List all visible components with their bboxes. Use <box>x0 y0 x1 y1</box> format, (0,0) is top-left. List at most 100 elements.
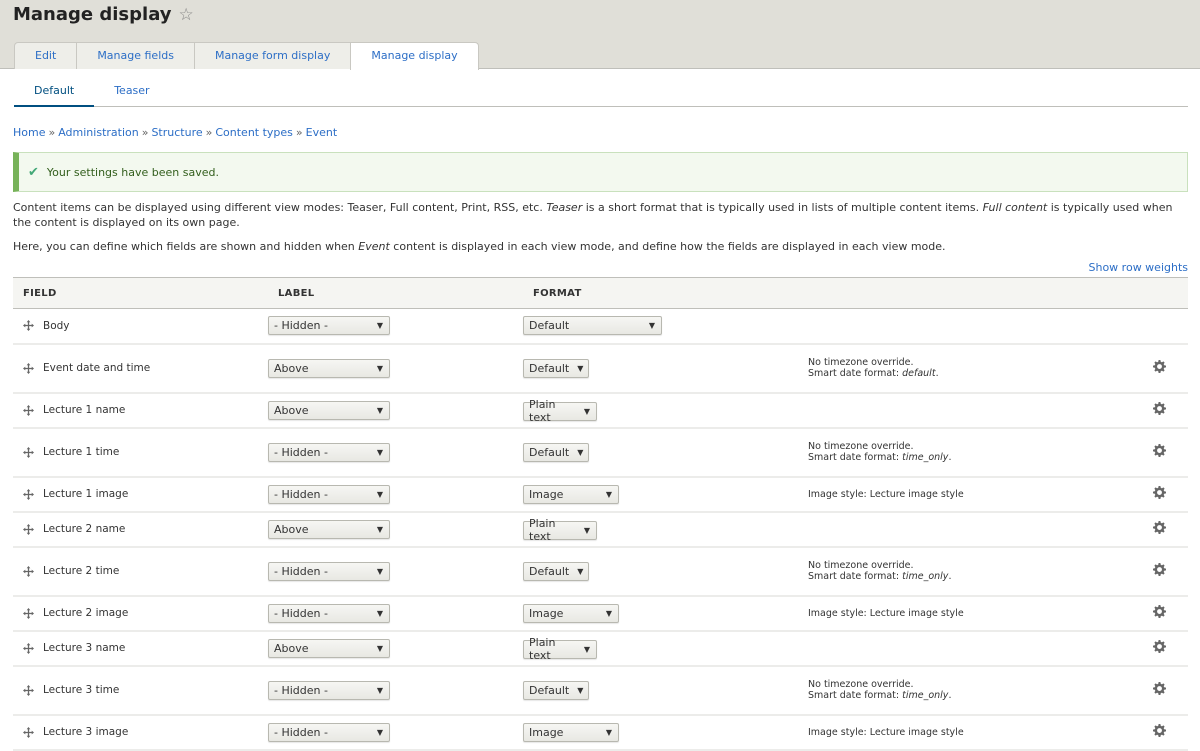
label-select[interactable]: - Hidden - ▼ <box>268 722 390 742</box>
field-name: Body <box>43 319 70 332</box>
breadcrumb-home[interactable]: Home <box>13 126 45 139</box>
primary-tabs: Edit Manage fields Manage form display M… <box>14 42 479 70</box>
chevron-down-icon: ▼ <box>376 727 383 737</box>
star-outline-icon[interactable]: ☆ <box>179 5 194 25</box>
chevron-down-icon: ▼ <box>376 566 383 576</box>
drag-handle-icon[interactable] <box>23 565 34 577</box>
summary-prefix: Smart date format: <box>808 452 903 463</box>
label-select[interactable]: - Hidden - ▼ <box>268 316 390 336</box>
formatter-summary: No timezone override. Smart date format: … <box>808 441 1138 463</box>
format-cell: Image ▼ <box>523 714 808 751</box>
format-select[interactable]: Default ▼ <box>523 358 589 378</box>
table-row: Lecture 3 image - Hidden - ▼ Image ▼ Image st… <box>13 714 1188 751</box>
breadcrumb-administration[interactable]: Administration <box>58 126 139 139</box>
formatter-summary: No timezone override. Smart date format: … <box>808 357 1138 379</box>
gear-icon[interactable] <box>1152 724 1166 737</box>
label-select-value: Above <box>274 522 309 536</box>
chevron-down-icon: ▼ <box>577 447 584 457</box>
description: Content items can be displayed using dif… <box>13 200 1188 254</box>
field-cell: Lecture 2 name <box>13 511 268 548</box>
format-select[interactable]: Default ▼ <box>523 316 662 336</box>
label-select[interactable]: Above ▼ <box>268 358 390 378</box>
field-name: Lecture 3 time <box>43 684 120 696</box>
header-settings <box>1138 277 1188 309</box>
field-name: Lecture 1 name <box>43 404 126 416</box>
chevron-down-icon: ▼ <box>583 406 590 416</box>
format-select[interactable]: Default ▼ <box>523 442 589 462</box>
drag-handle-icon[interactable] <box>23 404 34 416</box>
format-select[interactable]: Image ▼ <box>523 722 619 742</box>
format-select[interactable]: Default ▼ <box>523 561 589 581</box>
page-title: Manage display ☆ <box>13 4 194 25</box>
label-select-value: - Hidden - <box>274 487 328 501</box>
label-cell: Above ▼ <box>268 630 523 667</box>
drag-handle-icon[interactable] <box>23 362 34 374</box>
format-select[interactable]: Plain text ▼ <box>523 398 597 424</box>
breadcrumb-separator: » <box>295 126 303 139</box>
show-row-weights-link[interactable]: Show row weights <box>1089 261 1189 274</box>
label-select[interactable]: - Hidden - ▼ <box>268 680 390 700</box>
format-select[interactable]: Plain text ▼ <box>523 636 597 662</box>
gear-icon[interactable] <box>1152 444 1166 457</box>
label-select-value: Above <box>274 361 309 375</box>
format-select[interactable]: Image ▼ <box>523 484 619 504</box>
breadcrumb-structure[interactable]: Structure <box>151 126 202 139</box>
format-cell: Image ▼ <box>523 476 808 513</box>
label-select[interactable]: - Hidden - ▼ <box>268 603 390 623</box>
status-message: ✔ Your settings have been saved. <box>13 152 1188 192</box>
summary-value: time_only <box>902 452 949 463</box>
breadcrumb-separator: » <box>141 126 149 139</box>
tab-manage-fields[interactable]: Manage fields <box>76 42 195 69</box>
gear-icon[interactable] <box>1152 640 1166 653</box>
drag-handle-icon[interactable] <box>23 726 34 738</box>
drag-handle-icon[interactable] <box>23 523 34 535</box>
desc-text: content is displayed in each view mode, … <box>389 240 946 253</box>
label-select[interactable]: - Hidden - ▼ <box>268 442 390 462</box>
chevron-down-icon: ▼ <box>376 524 383 534</box>
summary-value: default <box>902 368 936 379</box>
label-select[interactable]: Above ▼ <box>268 638 390 658</box>
drag-handle-icon[interactable] <box>23 446 34 458</box>
tab-manage-display[interactable]: Manage display <box>350 42 479 70</box>
breadcrumb-content-types[interactable]: Content types <box>215 126 293 139</box>
gear-icon[interactable] <box>1152 563 1166 576</box>
format-select[interactable]: Default ▼ <box>523 680 589 700</box>
gear-icon[interactable] <box>1152 486 1166 499</box>
drag-handle-icon[interactable] <box>23 320 34 332</box>
breadcrumb-event[interactable]: Event <box>306 126 338 139</box>
tab-manage-form-display[interactable]: Manage form display <box>193 42 352 69</box>
summary-prefix: Smart date format: <box>808 368 903 379</box>
drag-handle-icon[interactable] <box>23 488 34 500</box>
drag-handle-icon[interactable] <box>23 684 34 696</box>
formatter-summary: No timezone override. Smart date format: … <box>808 560 1138 582</box>
format-select[interactable]: Image ▼ <box>523 603 619 623</box>
tab-edit[interactable]: Edit <box>14 42 78 69</box>
gear-icon[interactable] <box>1152 402 1166 415</box>
gear-icon[interactable] <box>1152 682 1166 695</box>
label-select[interactable]: - Hidden - ▼ <box>268 561 390 581</box>
gear-icon[interactable] <box>1152 605 1166 618</box>
summary-line-1: No timezone override. <box>808 441 914 452</box>
label-select-value: - Hidden - <box>274 725 328 739</box>
chevron-down-icon: ▼ <box>577 363 584 373</box>
summary-suffix: . <box>948 690 952 701</box>
gear-icon[interactable] <box>1152 521 1166 534</box>
drag-handle-icon[interactable] <box>23 607 34 619</box>
label-select-value: Above <box>274 403 309 417</box>
gear-icon[interactable] <box>1152 360 1166 373</box>
field-cell: Lecture 1 image <box>13 476 268 513</box>
format-cell: Default ▼ <box>523 308 808 345</box>
tab-default[interactable]: Default <box>14 84 95 107</box>
header-summary <box>808 277 1138 309</box>
settings-cell <box>1138 308 1188 345</box>
check-icon: ✔ <box>28 164 39 180</box>
label-select[interactable]: Above ▼ <box>268 519 390 539</box>
tab-teaser[interactable]: Teaser <box>94 84 169 107</box>
format-select-value: Default <box>529 683 570 697</box>
field-cell: Body <box>13 308 268 345</box>
label-select[interactable]: Above ▼ <box>268 400 390 420</box>
drag-handle-icon[interactable] <box>23 642 34 654</box>
format-select[interactable]: Plain text ▼ <box>523 517 597 543</box>
settings-cell <box>1138 630 1188 667</box>
label-select[interactable]: - Hidden - ▼ <box>268 484 390 504</box>
